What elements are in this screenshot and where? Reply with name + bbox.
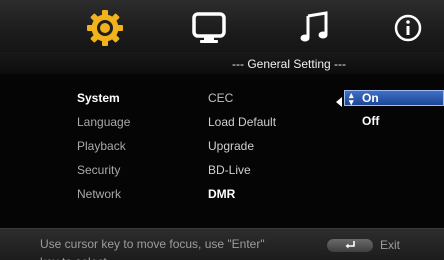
value-on-selected[interactable]: ▴ ▾ On	[344, 90, 444, 107]
music-note-icon[interactable]	[293, 7, 337, 49]
option-dmr[interactable]: DMR	[208, 187, 235, 201]
option-upgrade[interactable]: Upgrade	[208, 139, 254, 153]
help-bar: Use cursor key to move focus, use "Enter…	[0, 228, 444, 260]
option-cec[interactable]: CEC	[208, 91, 233, 105]
menu-item-language[interactable]: Language	[77, 115, 130, 129]
menu-item-network[interactable]: Network	[77, 187, 121, 201]
option-load-default[interactable]: Load Default	[208, 115, 276, 129]
value-on-label: On	[362, 91, 379, 105]
monitor-icon[interactable]	[187, 7, 231, 49]
up-down-arrow-icon: ▴ ▾	[349, 90, 354, 107]
section-title: --- General Setting ---	[232, 57, 347, 71]
return-icon	[345, 241, 355, 249]
value-off[interactable]: Off	[362, 114, 379, 128]
exit-label: Exit	[380, 238, 401, 252]
help-text: Use cursor key to move focus, use "Enter…	[40, 237, 265, 260]
info-icon[interactable]	[386, 7, 430, 49]
option-bd-live[interactable]: BD-Live	[208, 163, 251, 177]
menu-item-system[interactable]: System	[77, 91, 120, 105]
gear-icon[interactable]	[83, 7, 127, 49]
section-header: --- General Setting ---	[0, 52, 444, 74]
left-arrow-icon	[336, 97, 342, 107]
menu-item-playback[interactable]: Playback	[77, 139, 126, 153]
return-button[interactable]	[327, 239, 373, 252]
settings-screen: --- General Setting --- System Language …	[0, 0, 444, 260]
menu-item-security[interactable]: Security	[77, 163, 120, 177]
category-tab-bar	[0, 0, 444, 57]
